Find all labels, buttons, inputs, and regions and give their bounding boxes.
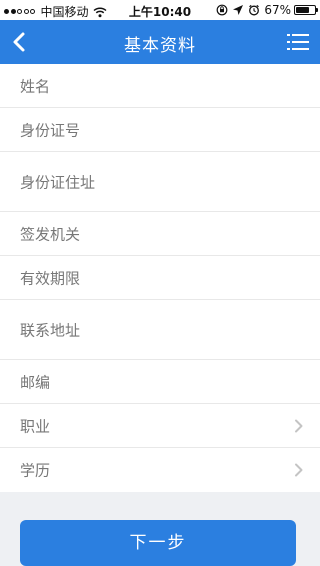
row-label-validity-period: 有效期限	[20, 269, 81, 287]
row-label-name: 姓名	[20, 77, 51, 95]
battery-percentage: 67%	[264, 3, 291, 17]
list-menu-icon[interactable]	[286, 31, 310, 53]
row-label-contact-address: 联系地址	[20, 321, 81, 339]
chevron-right-icon	[295, 419, 303, 432]
row-label-postcode: 邮编	[20, 373, 51, 391]
row-label-issuing-authority: 签发机关	[20, 225, 81, 243]
orientation-lock-icon	[216, 4, 228, 16]
chevron-right-icon	[295, 463, 303, 477]
form-row-name[interactable]: 姓名	[0, 64, 320, 108]
battery-icon	[294, 5, 318, 15]
back-icon[interactable]	[6, 28, 34, 56]
form-row-education[interactable]: 学历	[0, 448, 320, 492]
alarm-icon	[249, 4, 260, 16]
nav-bar: 基本资料	[0, 20, 320, 64]
row-label-occupation: 职业	[20, 417, 51, 435]
location-arrow-icon	[233, 5, 244, 15]
form-row-issuing-authority[interactable]: 签发机关	[0, 212, 320, 256]
form-row-id-address[interactable]: 身份证住址	[0, 152, 320, 212]
row-label-id-address: 身份证住址	[20, 173, 96, 191]
form-row-postcode[interactable]: 邮编	[0, 360, 320, 404]
page-title: 基本资料	[124, 36, 196, 56]
row-label-education: 学历	[20, 461, 51, 480]
row-label-id-number: 身份证号	[20, 121, 81, 139]
form-row-occupation[interactable]: 职业	[0, 404, 320, 448]
status-bar: 中国移动 上午10:40 67%	[0, 0, 320, 20]
form-row-validity-period[interactable]: 有效期限	[0, 256, 320, 300]
form-row-id-number[interactable]: 身份证号	[0, 108, 320, 152]
next-step-button[interactable]: 下一步	[20, 520, 296, 566]
form-list: 姓名 身份证号 身份证住址 签发机关 有效期限 联系地址 邮编 职业 学历	[0, 64, 320, 492]
form-row-contact-address[interactable]: 联系地址	[0, 300, 320, 360]
status-right: 67%	[216, 3, 318, 17]
